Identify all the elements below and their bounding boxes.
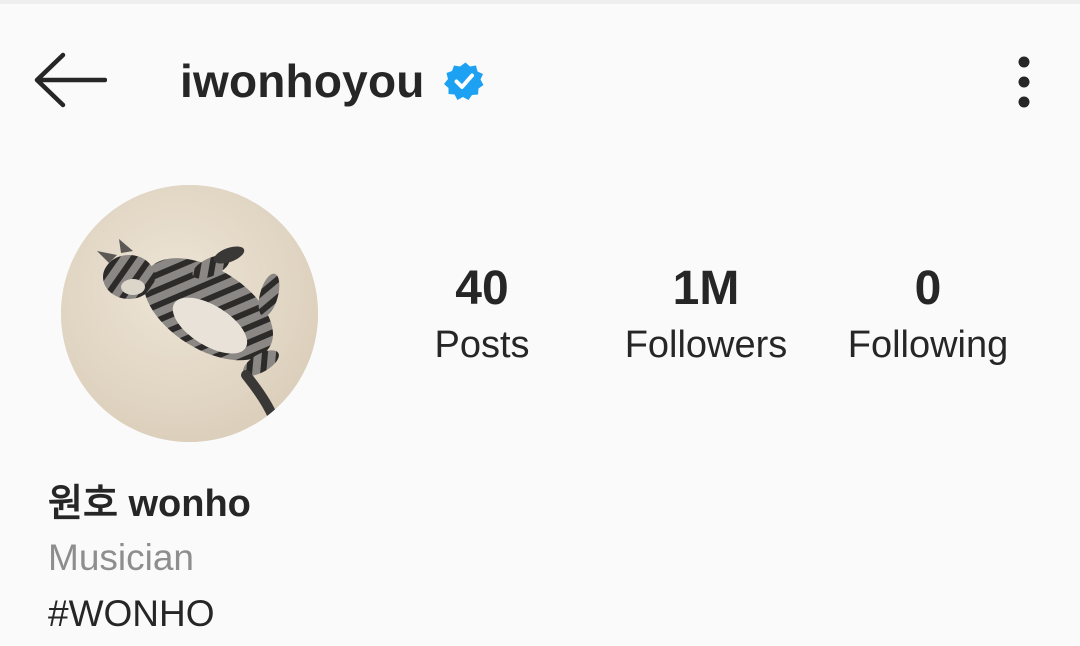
profile-avatar[interactable]	[61, 185, 318, 442]
full-name: 원호 wonho	[48, 483, 251, 525]
following-label: Following	[847, 324, 1009, 366]
back-button[interactable]	[28, 44, 112, 116]
followers-stat[interactable]: 1M Followers	[586, 258, 826, 370]
profile-bio: 원호 wonho Musician #WONHO	[48, 478, 948, 642]
posts-count: 40	[455, 262, 509, 315]
followers-count: 1M	[672, 262, 740, 315]
following-stat[interactable]: 0 Following	[808, 258, 1048, 370]
verified-badge-icon	[443, 60, 485, 102]
username: iwonhoyou	[180, 55, 425, 107]
profile-screen: iwonhoyou 40 Posts 1M Followers 0 Follow…	[0, 0, 1080, 646]
posts-stat[interactable]: 40 Posts	[362, 258, 602, 370]
posts-label: Posts	[434, 324, 530, 366]
hashtag-link[interactable]: #WONHO	[48, 586, 948, 642]
arrow-left-icon	[34, 52, 107, 108]
following-count: 0	[914, 262, 942, 315]
followers-label: Followers	[624, 324, 788, 366]
category-label: Musician	[48, 537, 194, 578]
username-row: iwonhoyou	[180, 48, 485, 114]
more-options-button[interactable]	[996, 46, 1052, 118]
profile-header: iwonhoyou	[0, 4, 1080, 150]
more-vertical-icon	[1018, 56, 1030, 108]
